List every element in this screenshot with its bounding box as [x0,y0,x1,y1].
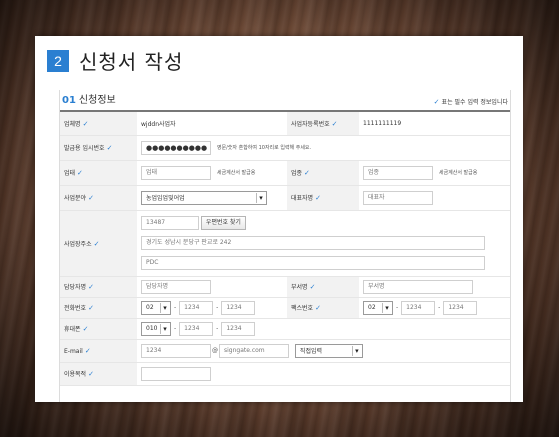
required-note: ✓ 표는 필수 입력 정보입니다 [433,98,508,106]
ceo-name-label: 대표자명 [291,195,314,202]
table-row: 담당자명 ✓ 담당자명 부서명 ✓ 부서명 [60,276,510,298]
chevron-down-icon: ▾ [351,345,361,356]
check-icon: ✓ [82,325,89,333]
check-icon: ✓ [88,304,94,312]
email-id-input[interactable]: 1234 [141,343,211,358]
biz-type-note: 세금계산서 발급용 [216,170,256,176]
manager-name-label: 담당자명 [64,284,87,291]
mobile-mid-input[interactable]: 1234 [179,321,214,336]
table-row: 사업장주소 ✓ 13487 우편번호 찾기 경기도 성남시 분당구 판교로 242… [60,210,510,277]
check-icon: ✓ [433,98,440,106]
section-number: 01 [62,95,76,106]
fax-label: 팩스번호 [291,305,314,312]
table-row: E-mail ✓ 1234 @ signgate.com 직접입력 ▾ [60,339,510,363]
fax-area-select[interactable]: 02 ▾ [363,300,393,315]
fax-mid-input[interactable]: 1234 [401,300,436,315]
temp-password-label: 발급용 임시번호 [64,145,105,152]
mobile-prefix-select[interactable]: 010 ▾ [141,321,171,336]
address-line2-input[interactable]: PDC [141,256,485,270]
section-header: 01 신청정보 ✓ 표는 필수 입력 정보입니다 [60,90,510,112]
mobile-last-input[interactable]: 1234 [221,321,256,336]
chevron-down-icon: ▾ [256,192,265,203]
check-icon: ✓ [331,119,338,128]
table-row: 전화번호 ✓ 02 ▾ -1234-1234 팩스번호 ✓ 02 ▾ -1234-1234 [60,297,510,319]
phone-area-select[interactable]: 02 ▾ [141,300,171,315]
temp-password-input[interactable]: ●●●●●●●●●● [141,140,211,155]
table-row: 휴대폰 ✓ 010 ▾ -1234-1234 [60,318,510,340]
table-row: 이용목적 ✓ [60,362,510,386]
zip-code-input[interactable]: 13487 [141,216,199,230]
step-header: 2 신청서 작성 [47,46,183,75]
biz-item-note: 세금계산서 발급용 [438,170,478,176]
temp-password-note: 영문/숫자 혼합하여 10자리로 입력해 주세요. [216,145,312,151]
department-input[interactable]: 부서명 [363,279,473,294]
biz-type-label: 업태 [64,170,76,177]
biz-item-input[interactable]: 업종 [363,165,433,180]
purpose-input[interactable] [141,366,211,381]
department-label: 부서명 [291,284,308,291]
table-row: 사업분야 ✓ 농업임업및어업 ▾ 대표자명 ✓ 대표자 [60,185,510,211]
ceo-name-input[interactable]: 대표자 [363,190,433,205]
phone-last-input[interactable]: 1234 [221,300,256,315]
company-name-label: 업체명 [64,120,81,128]
biz-field-label: 사업분야 [64,195,87,202]
chevron-down-icon: ▾ [160,323,169,334]
email-domain-select[interactable]: 직접입력 ▾ [294,343,363,358]
check-icon: ✓ [88,283,94,291]
section-title: 신청정보 [78,95,116,106]
applicant-form-table: 업체명 ✓ wjddn사업자 사업자등록번호 ✓ 1111111119 발급용 임시… [60,112,510,386]
manager-name-input[interactable]: 담당자명 [141,279,211,294]
table-row: 업체명 ✓ wjddn사업자 사업자등록번호 ✓ 1111111119 [60,112,510,136]
table-row: 발급용 임시번호 ✓ ●●●●●●●●●● 영문/숫자 혼합하여 10자리로 입력… [60,135,510,161]
biz-reg-no-value: 1111111119 [363,119,402,127]
email-domain-input[interactable]: signgate.com [219,343,289,358]
address-label: 사업장주소 [64,240,92,248]
check-icon: ✓ [315,304,321,312]
biz-type-input[interactable]: 업태 [141,165,211,180]
step-number: 2 [47,49,69,72]
address-line1-input[interactable]: 경기도 성남시 분당구 판교로 242 [141,236,485,250]
fax-last-input[interactable]: 1234 [443,300,478,315]
check-icon: ✓ [309,283,316,291]
applicant-info-section: 01 신청정보 ✓ 표는 필수 입력 정보입니다 업체명 ✓ wjddn사업자 사업자… [59,90,511,402]
table-row: 업태 ✓ 업태 세금계산서 발급용 업종 ✓ 업종 세금계산서 발급용 [60,160,510,186]
phone-mid-input[interactable]: 1234 [179,300,214,315]
chevron-down-icon: ▾ [382,302,391,313]
check-icon: ✓ [84,346,91,355]
check-icon: ✓ [315,194,321,202]
biz-field-select[interactable]: 농업임업및어업 ▾ [141,190,267,205]
mobile-label: 휴대폰 [64,326,81,333]
purpose-label: 이용목적 [64,371,87,378]
biz-reg-no-label: 사업자등록번호 [291,120,330,128]
chevron-down-icon: ▾ [160,302,169,313]
zip-search-button[interactable]: 우편번호 찾기 [200,216,246,230]
email-label: E-mail [64,347,83,355]
check-icon: ✓ [93,239,100,248]
page-title: 신청서 작성 [79,50,184,74]
check-icon: ✓ [77,169,83,177]
check-icon: ✓ [304,169,310,177]
check-icon: ✓ [82,119,89,128]
check-icon: ✓ [88,370,94,378]
application-form-panel: 2 신청서 작성 01 신청정보 ✓ 표는 필수 입력 정보입니다 업체명 ✓ wjd… [35,36,523,402]
biz-item-label: 업종 [291,170,303,177]
check-icon: ✓ [88,194,94,202]
check-icon: ✓ [106,144,113,152]
phone-label: 전화번호 [64,305,87,312]
company-name-value: wjddn사업자 [141,120,176,128]
